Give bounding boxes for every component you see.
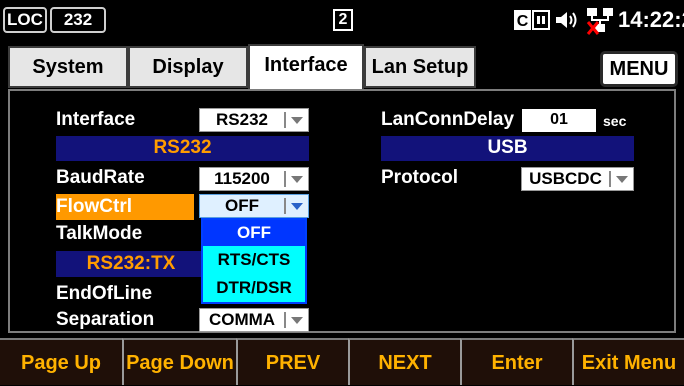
baudrate-dropdown[interactable]: 115200	[199, 167, 309, 191]
interface-dropdown[interactable]: RS232	[199, 108, 309, 132]
dropdown-separator	[284, 112, 286, 128]
protocol-label: Protocol	[381, 167, 459, 188]
baudrate-label: BaudRate	[56, 167, 145, 188]
flowctrl-options-popup: OFF RTS/CTS DTR/DSR	[201, 218, 307, 304]
page-down-softkey[interactable]: Page Down	[122, 338, 236, 385]
interface-label: Interface	[56, 109, 136, 130]
flowctrl-option-off[interactable]: OFF	[203, 220, 305, 246]
lanconndelay-input[interactable]: 01	[522, 109, 596, 132]
lanconndelay-label: LanConnDelay	[381, 109, 515, 130]
network-disconnected-icon	[584, 6, 616, 36]
rs232-section-header: RS232	[56, 136, 309, 161]
usb-section-header: USB	[381, 136, 634, 161]
chevron-down-icon	[291, 176, 303, 183]
clock-time: 14:22:25	[618, 7, 684, 32]
flowctrl-option-rts-cts[interactable]: RTS/CTS	[203, 246, 305, 274]
interface-value: RS232	[216, 110, 268, 129]
ce-mark-icon: C	[514, 10, 550, 30]
rs232-port-indicator: 232	[50, 7, 106, 33]
baudrate-value: 115200	[214, 169, 270, 188]
endofline-label: EndOfLine	[56, 283, 153, 304]
tab-display[interactable]: Display	[128, 46, 248, 88]
chevron-down-icon	[291, 117, 303, 124]
tab-lan-setup[interactable]: Lan Setup	[364, 46, 476, 88]
talkmode-label: TalkMode	[56, 223, 143, 244]
dropdown-separator	[284, 312, 286, 328]
chevron-down-icon	[616, 176, 628, 183]
next-softkey[interactable]: NEXT	[348, 338, 460, 385]
flowctrl-option-dtr-dsr[interactable]: DTR/DSR	[203, 274, 305, 302]
talkmode-section-header: RS232:TX	[56, 251, 206, 277]
dropdown-separator	[284, 171, 286, 187]
separation-dropdown[interactable]: COMMA	[199, 308, 309, 332]
separation-value: COMMA	[208, 310, 276, 329]
local-mode-indicator: LOC	[3, 7, 47, 33]
exit-menu-softkey[interactable]: Exit Menu	[572, 338, 684, 385]
svg-text:C: C	[517, 13, 529, 30]
page-up-softkey[interactable]: Page Up	[0, 338, 122, 385]
separation-label: Separation	[56, 309, 155, 330]
tab-interface[interactable]: Interface	[248, 44, 364, 90]
menu-button[interactable]: MENU	[600, 51, 678, 87]
tab-system[interactable]: System	[8, 46, 128, 88]
chevron-down-icon	[291, 203, 303, 210]
protocol-dropdown[interactable]: USBCDC	[521, 167, 634, 191]
dropdown-separator	[609, 171, 611, 187]
flowctrl-dropdown[interactable]: OFF	[199, 194, 309, 218]
protocol-value: USBCDC	[529, 169, 602, 188]
enter-softkey[interactable]: Enter	[460, 338, 572, 385]
dropdown-separator	[284, 198, 286, 214]
flowctrl-value: OFF	[225, 196, 259, 215]
flowctrl-label: FlowCtrl	[56, 194, 194, 220]
prev-softkey[interactable]: PREV	[236, 338, 348, 385]
chevron-down-icon	[291, 317, 303, 324]
memory-slot-indicator: 2	[333, 9, 353, 31]
lanconndelay-unit: sec	[603, 113, 627, 129]
speaker-icon	[554, 10, 582, 30]
